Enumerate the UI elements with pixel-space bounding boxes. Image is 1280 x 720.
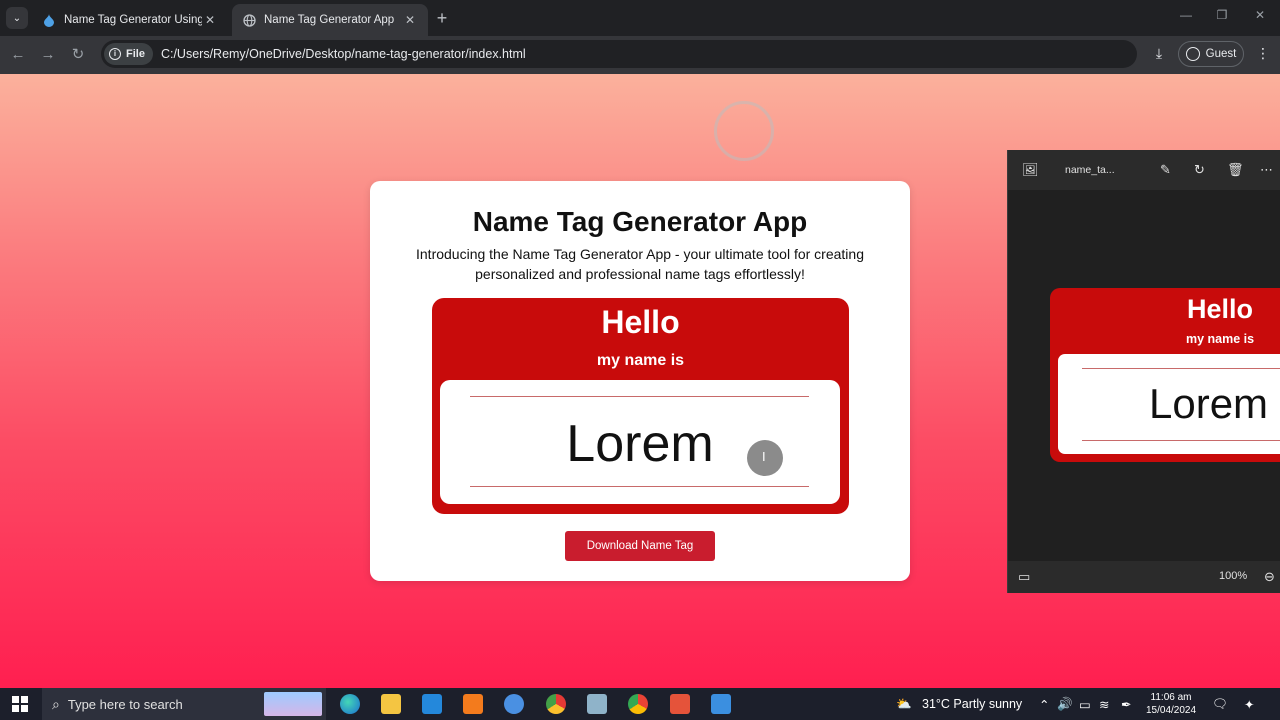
close-icon[interactable]: ✕ xyxy=(402,13,418,27)
new-tab-button[interactable]: + xyxy=(432,9,452,29)
edge-browser-icon[interactable] xyxy=(340,694,360,714)
close-icon[interactable]: ✕ xyxy=(202,13,218,27)
capcut-icon[interactable] xyxy=(670,694,690,714)
tag-name-area[interactable]: Lorem I xyxy=(440,380,840,504)
bottom-divider xyxy=(470,486,809,487)
name-tag-preview: Hello my name is Lorem I xyxy=(432,298,849,514)
preview-top-divider xyxy=(1082,368,1280,369)
zoom-out-icon[interactable]: ⊖ xyxy=(1264,569,1275,585)
forward-arrow-icon[interactable]: → xyxy=(38,45,58,65)
photos-viewer-window: 🖼 name_ta... ✎ ↻ 🗑 ⋯ Hello my name is Lo… xyxy=(1007,150,1280,593)
windows-taskbar: ⌕ Type here to search ⛅ 31°C Partly sunn… xyxy=(0,688,1280,720)
url-text: C:/Users/Remy/OneDrive/Desktop/name-tag-… xyxy=(160,47,526,61)
clock-date: 15/04/2024 xyxy=(1146,705,1197,716)
preview-hello-text: Hello xyxy=(1186,294,1253,324)
site-info-chip[interactable]: i File xyxy=(104,43,153,65)
search-highlight-image xyxy=(264,692,322,716)
preview-name-area: Lorem xyxy=(1058,354,1280,454)
chrome-alt-icon[interactable] xyxy=(546,694,566,714)
zoom-level: 100% xyxy=(1219,570,1248,582)
speaker-icon[interactable]: 🔊 xyxy=(1057,697,1073,712)
viewer-image-preview: Hello my name is Lorem xyxy=(1050,288,1280,462)
search-placeholder: Type here to search xyxy=(67,696,183,712)
clock-time: 11:06 am xyxy=(1150,692,1192,703)
viewer-toolbar: 🖼 name_ta... ✎ ↻ 🗑 ⋯ xyxy=(1008,150,1280,190)
file-explorer-icon[interactable] xyxy=(381,694,401,714)
download-name-tag-button[interactable]: Download Name Tag xyxy=(565,531,715,561)
globe-icon xyxy=(242,13,256,27)
pen-icon[interactable]: ✒ xyxy=(1121,697,1131,712)
delete-icon[interactable]: 🗑 xyxy=(1227,162,1244,178)
xampp-icon[interactable] xyxy=(463,694,483,714)
tab-title: Name Tag Generator App xyxy=(264,14,395,26)
search-icon: ⌕ xyxy=(52,695,60,712)
tab-title: Name Tag Generator Using HTML xyxy=(64,14,202,26)
more-menu-icon[interactable]: ⋮ xyxy=(1256,45,1270,62)
battery-icon[interactable]: ▭ xyxy=(1079,697,1091,712)
paint-icon[interactable] xyxy=(711,694,731,714)
profile-button[interactable]: Guest xyxy=(1178,41,1244,67)
browser-toolbar: ← → ↻ i File C:/Users/Remy/OneDrive/Desk… xyxy=(0,36,1280,74)
top-divider xyxy=(470,396,809,397)
back-arrow-icon[interactable]: ← xyxy=(8,45,28,65)
window-close-icon[interactable]: ✕ xyxy=(1250,8,1270,22)
chevron-up-icon[interactable]: ⌃ xyxy=(1039,697,1049,712)
tab-name-tag-generator-using-html[interactable]: Name Tag Generator Using HTML ✕ xyxy=(32,4,228,36)
image-icon[interactable]: 🖼 xyxy=(1022,162,1039,178)
preview-bottom-divider xyxy=(1082,440,1280,441)
info-icon: i xyxy=(109,48,121,60)
preview-my-name-is-text: my name is xyxy=(1185,332,1255,346)
preview-name-text: Lorem xyxy=(1149,380,1269,427)
notes-app-icon[interactable] xyxy=(587,694,607,714)
weather-text[interactable]: 31°C Partly sunny xyxy=(922,697,1022,711)
tag-hello-text: Hello xyxy=(601,304,680,340)
windows-start-icon[interactable] xyxy=(12,696,28,712)
download-icon[interactable]: ⤓ xyxy=(1149,45,1169,62)
minimize-icon[interactable]: — xyxy=(1176,8,1196,22)
chrome-icon[interactable] xyxy=(628,694,648,714)
vscode-icon[interactable] xyxy=(422,694,442,714)
page-viewport: Name Tag Generator App Introducing the N… xyxy=(0,74,1280,688)
weather-icon[interactable]: ⛅ xyxy=(896,697,912,712)
intro-text: Introducing the Name Tag Generator App -… xyxy=(416,246,864,282)
app-a-icon[interactable] xyxy=(504,694,524,714)
loading-ring xyxy=(714,101,774,161)
viewer-footer: ▭ 100% ⊖ xyxy=(1008,561,1280,593)
text-cursor-indicator: I xyxy=(747,440,783,476)
notifications-icon[interactable]: 🗨 xyxy=(1212,697,1228,712)
clock[interactable]: 11:06 am 15/04/2024 xyxy=(1146,691,1196,717)
page-title: Name Tag Generator App xyxy=(472,206,808,237)
filmstrip-icon[interactable]: ▭ xyxy=(1018,569,1030,585)
browser-tab-strip: ⌄ Name Tag Generator Using HTML ✕ Name T… xyxy=(0,0,1280,36)
more-options-icon[interactable]: ⋯ xyxy=(1260,162,1273,178)
maximize-icon[interactable]: ❐ xyxy=(1212,8,1232,22)
wifi-icon[interactable]: ≋ xyxy=(1099,697,1109,712)
rotate-icon[interactable]: ↻ xyxy=(1194,162,1205,178)
copilot-icon[interactable]: ✦ xyxy=(1244,697,1254,712)
address-bar[interactable]: i File C:/Users/Remy/OneDrive/Desktop/na… xyxy=(101,40,1137,68)
reload-icon[interactable]: ↻ xyxy=(68,45,88,65)
edit-image-icon[interactable]: ✎ xyxy=(1160,162,1171,178)
site-info-label: File xyxy=(126,48,145,60)
app-card: Name Tag Generator App Introducing the N… xyxy=(370,181,910,581)
tag-my-name-is-text: my name is xyxy=(596,352,685,369)
profile-label: Guest xyxy=(1205,48,1237,60)
viewer-filename: name_ta... xyxy=(1065,164,1115,176)
drupal-icon xyxy=(42,13,56,27)
tab-name-tag-generator-app[interactable]: Name Tag Generator App ✕ xyxy=(232,4,428,36)
profile-icon xyxy=(1185,47,1200,61)
tab-search-button[interactable]: ⌄ xyxy=(6,7,28,29)
